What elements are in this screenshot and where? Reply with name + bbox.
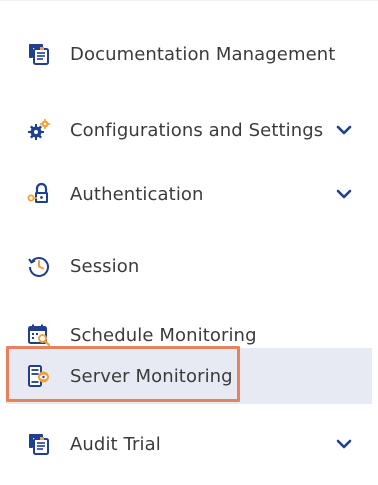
sidebar-item-server-monitoring[interactable]: Server Monitoring: [6, 348, 372, 404]
sidebar-item-authentication[interactable]: Authentication: [0, 166, 378, 222]
sidebar-item-label: Session: [70, 255, 140, 277]
server-monitor-icon: [26, 364, 52, 388]
sidebar-item-label: Documentation Management: [70, 43, 336, 65]
gears-icon: [26, 118, 52, 142]
document-stack-icon: [26, 42, 52, 66]
chevron-down-icon[interactable]: [335, 187, 353, 201]
sidebar-item-audit-trial[interactable]: Audit Trial: [0, 416, 378, 472]
calendar-search-icon: [26, 323, 52, 347]
sidebar-menu: Documentation Management Configurations …: [0, 0, 378, 485]
sidebar-item-label: Authentication: [70, 183, 204, 205]
sidebar-item-label: Schedule Monitoring: [70, 324, 257, 346]
sidebar-item-session[interactable]: Session: [0, 238, 378, 294]
chevron-down-icon[interactable]: [335, 437, 353, 451]
sidebar-item-documentation-management[interactable]: Documentation Management: [0, 26, 378, 82]
key-lock-icon: [26, 182, 52, 206]
sidebar-item-label: Audit Trial: [70, 433, 161, 455]
chevron-down-icon[interactable]: [335, 123, 353, 137]
document-stack-icon: [26, 432, 52, 456]
sidebar-item-label: Configurations and Settings: [70, 119, 324, 141]
sidebar-item-configurations-and-settings[interactable]: Configurations and Settings: [0, 102, 378, 158]
sidebar-item-label: Server Monitoring: [70, 365, 233, 387]
history-clock-icon: [26, 254, 52, 278]
